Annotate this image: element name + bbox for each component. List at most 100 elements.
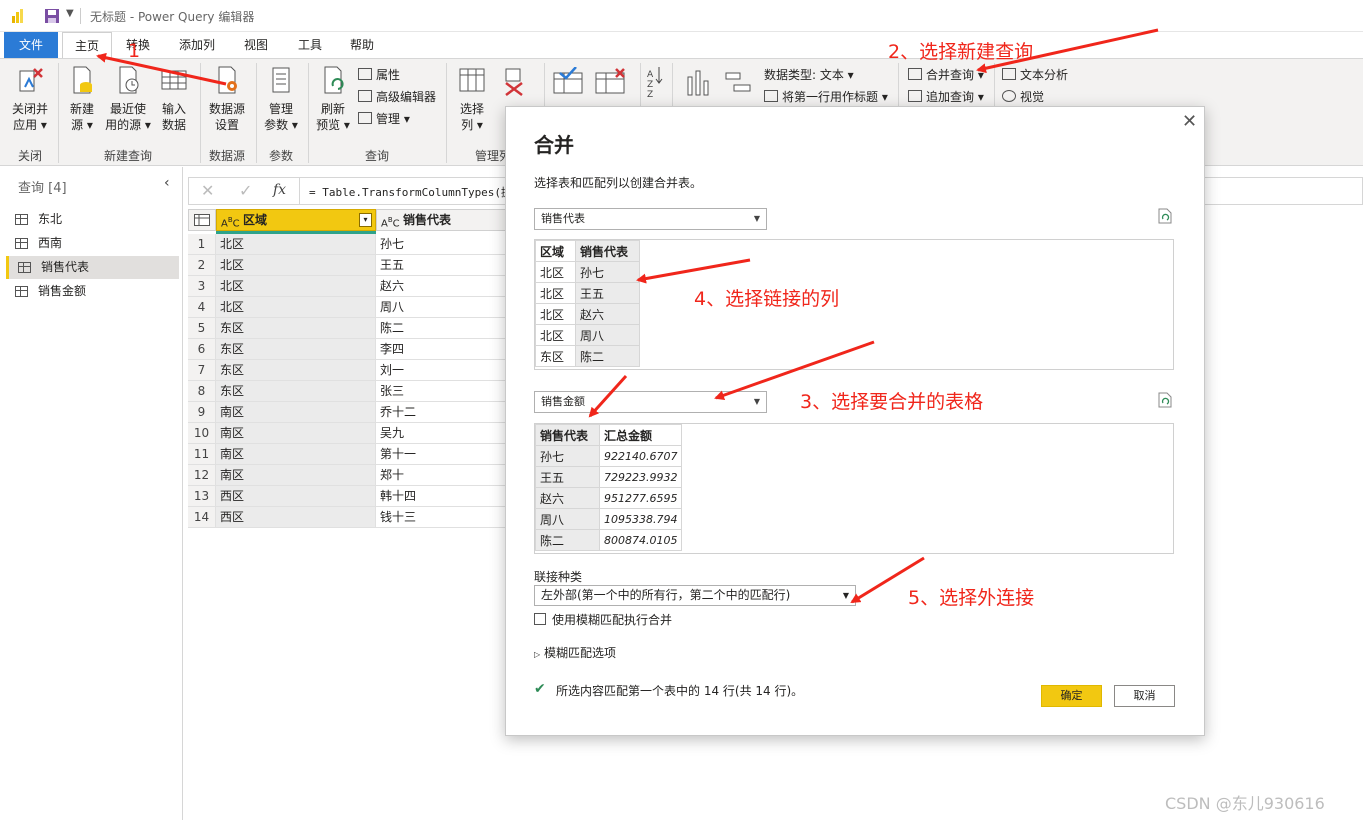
- tab-help[interactable]: 帮助: [338, 32, 386, 58]
- table-cell[interactable]: 南区: [216, 465, 376, 486]
- close-apply-button[interactable]: 关闭并 应用 ▾: [8, 65, 52, 133]
- cancel-formula-icon[interactable]: ✕: [201, 181, 214, 200]
- save-icon[interactable]: [44, 8, 60, 24]
- quick-access-dropdown-icon[interactable]: ▼: [66, 8, 74, 19]
- sort-icon[interactable]: AZZ: [646, 65, 664, 105]
- join-kind-select[interactable]: 左外部(第一个中的所有行，第二个中的匹配行) ▼: [534, 585, 856, 606]
- refresh-preview-button[interactable]: 刷新 预览 ▾: [312, 65, 354, 133]
- tab-file[interactable]: 文件: [4, 32, 58, 58]
- choose-columns-button[interactable]: 选择 列 ▾: [452, 65, 492, 133]
- table-cell[interactable]: 北区: [216, 297, 376, 318]
- properties-button[interactable]: 属性: [358, 67, 400, 83]
- table-row[interactable]: 3 北区 赵六: [188, 276, 508, 297]
- table-cell[interactable]: 北区: [216, 255, 376, 276]
- table-cell[interactable]: 吴九: [376, 423, 508, 444]
- group-by-icon[interactable]: [724, 67, 752, 97]
- table-cell[interactable]: 北区: [216, 234, 376, 255]
- refresh-preview-icon[interactable]: [1158, 392, 1172, 408]
- column-header-sales-rep[interactable]: ABC 销售代表: [376, 209, 508, 231]
- table-row[interactable]: 12 南区 郑十: [188, 465, 508, 486]
- preview-column-header[interactable]: 区域: [535, 240, 576, 262]
- table-row[interactable]: 4 北区 周八: [188, 297, 508, 318]
- table-row[interactable]: 7 东区 刘一: [188, 360, 508, 381]
- vision-button[interactable]: 视觉: [1002, 89, 1044, 105]
- table-cell[interactable]: 韩十四: [376, 486, 508, 507]
- enter-data-label-1: 输入: [161, 102, 186, 116]
- table-cell[interactable]: 陈二: [376, 318, 508, 339]
- fuzzy-match-checkbox[interactable]: [534, 613, 546, 625]
- remove-columns-icon[interactable]: [500, 67, 528, 97]
- enter-data-button[interactable]: 输入 数据: [156, 65, 192, 133]
- table-cell[interactable]: 王五: [376, 255, 508, 276]
- table-cell[interactable]: 周八: [376, 297, 508, 318]
- first-row-header-button[interactable]: 将第一行用作标题 ▾: [764, 89, 888, 105]
- tab-add-column[interactable]: 添加列: [167, 32, 227, 58]
- table-cell[interactable]: 南区: [216, 444, 376, 465]
- table-cell[interactable]: 钱十三: [376, 507, 508, 528]
- formula-input[interactable]: = Table.TransformColumnTypes(提: [309, 184, 512, 200]
- data-type-dropdown[interactable]: 数据类型: 文本 ▾: [764, 67, 854, 83]
- close-icon[interactable]: ✕: [1182, 111, 1197, 132]
- table-cell[interactable]: 刘一: [376, 360, 508, 381]
- query-item-sales-rep[interactable]: 销售代表: [6, 256, 179, 279]
- tab-view[interactable]: 视图: [232, 32, 280, 58]
- manage-button[interactable]: 管理 ▾: [358, 111, 410, 127]
- tab-tools[interactable]: 工具: [286, 32, 334, 58]
- table-row[interactable]: 6 东区 李四: [188, 339, 508, 360]
- cancel-button[interactable]: 取消: [1114, 685, 1175, 707]
- table-cell[interactable]: 第十一: [376, 444, 508, 465]
- advanced-editor-button[interactable]: 高级编辑器: [358, 89, 436, 105]
- keep-rows-icon[interactable]: [552, 67, 584, 97]
- first-table-select[interactable]: 销售代表 ▼: [534, 208, 767, 230]
- preview-column-header[interactable]: 汇总金额: [598, 424, 683, 446]
- query-item-xinan[interactable]: 西南: [6, 232, 179, 255]
- table-row[interactable]: 11 南区 第十一: [188, 444, 508, 465]
- table-row[interactable]: 1 北区 孙七: [188, 234, 508, 255]
- manage-params-button[interactable]: 管理 参数 ▾: [260, 65, 302, 133]
- table-row[interactable]: 2 北区 王五: [188, 255, 508, 276]
- table-cell[interactable]: 北区: [216, 276, 376, 297]
- text-analytics-button[interactable]: 文本分析: [1002, 67, 1068, 83]
- table-row[interactable]: 8 东区 张三: [188, 381, 508, 402]
- table-cell[interactable]: 东区: [216, 318, 376, 339]
- second-table-select[interactable]: 销售金额 ▼: [534, 391, 767, 413]
- table-row[interactable]: 10 南区 吴九: [188, 423, 508, 444]
- table-cell[interactable]: 东区: [216, 339, 376, 360]
- new-source-button[interactable]: 新建 源 ▾: [64, 65, 100, 133]
- confirm-formula-icon[interactable]: ✓: [239, 181, 252, 200]
- merge-queries-button[interactable]: 合并查询 ▾: [908, 67, 984, 83]
- table-cell[interactable]: 东区: [216, 381, 376, 402]
- table-cell[interactable]: 赵六: [376, 276, 508, 297]
- fuzzy-options-toggle[interactable]: ▷ 模糊匹配选项: [534, 644, 616, 661]
- refresh-preview-icon[interactable]: [1158, 208, 1172, 224]
- query-item-dongbei[interactable]: 东北: [6, 208, 179, 231]
- table-row[interactable]: 5 东区 陈二: [188, 318, 508, 339]
- table-cell[interactable]: 郑十: [376, 465, 508, 486]
- table-cell[interactable]: 西区: [216, 507, 376, 528]
- table-menu-icon[interactable]: [188, 209, 216, 231]
- collapse-chevron-icon[interactable]: ‹: [164, 175, 170, 191]
- table-cell[interactable]: 南区: [216, 423, 376, 444]
- table-row[interactable]: 14 西区 钱十三: [188, 507, 508, 528]
- append-queries-button[interactable]: 追加查询 ▾: [908, 89, 984, 105]
- tab-home[interactable]: 主页: [62, 32, 113, 58]
- recent-sources-button[interactable]: 最近使 用的源 ▾: [104, 65, 152, 133]
- table-cell[interactable]: 西区: [216, 486, 376, 507]
- table-cell[interactable]: 张三: [376, 381, 508, 402]
- ok-button[interactable]: 确定: [1041, 685, 1102, 707]
- table-row[interactable]: 9 南区 乔十二: [188, 402, 508, 423]
- table-row[interactable]: 13 西区 韩十四: [188, 486, 508, 507]
- table-cell[interactable]: 乔十二: [376, 402, 508, 423]
- filter-dropdown-icon[interactable]: ▾: [359, 213, 372, 227]
- split-column-icon[interactable]: [684, 67, 712, 97]
- table-cell[interactable]: 李四: [376, 339, 508, 360]
- remove-rows-icon[interactable]: [594, 67, 626, 97]
- query-item-sales-amount[interactable]: 销售金额: [6, 280, 179, 303]
- column-header-region[interactable]: ABC 区域 ▾: [216, 209, 376, 231]
- data-source-settings-button[interactable]: 数据源 设置: [204, 65, 250, 133]
- preview-column-header[interactable]: 销售代表: [535, 424, 600, 446]
- table-cell[interactable]: 东区: [216, 360, 376, 381]
- table-cell[interactable]: 孙七: [376, 234, 508, 255]
- table-cell[interactable]: 南区: [216, 402, 376, 423]
- preview-column-header[interactable]: 销售代表: [575, 240, 640, 262]
